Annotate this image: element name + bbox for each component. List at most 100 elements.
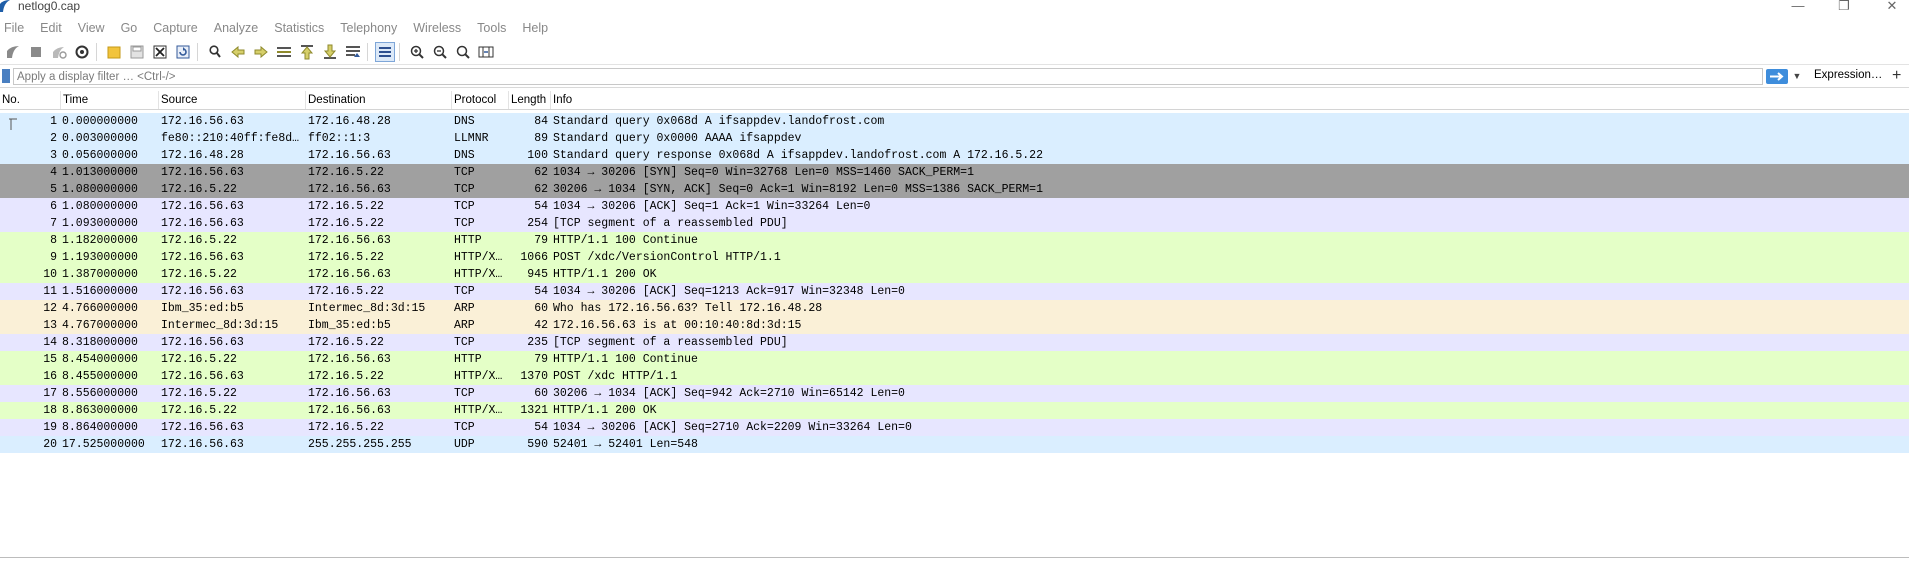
table-row[interactable]: 5 1.080000000 172.16.5.22 172.16.56.63 TCP 62… bbox=[0, 181, 1909, 198]
add-filter-button[interactable]: + bbox=[1892, 67, 1901, 85]
packet-source: 172.16.56.63 bbox=[161, 251, 244, 264]
minimize-button[interactable]: — bbox=[1783, 0, 1813, 14]
packet-protocol: HTTP bbox=[454, 234, 482, 247]
first-packet-icon[interactable] bbox=[297, 42, 317, 62]
table-row[interactable]: 6 1.080000000 172.16.56.63 172.16.5.22 TCP 54… bbox=[0, 198, 1909, 215]
zoom-normal-icon[interactable] bbox=[453, 42, 473, 62]
table-row[interactable]: 13 4.767000000 Intermec_8d:3d:15 Ibm_35:ed:… bbox=[0, 317, 1909, 334]
column-header-length[interactable]: Length bbox=[509, 91, 551, 109]
pane-divider[interactable] bbox=[0, 557, 1909, 558]
packet-protocol: TCP bbox=[454, 166, 475, 179]
resize-columns-icon[interactable] bbox=[476, 42, 496, 62]
menu-view[interactable]: View bbox=[74, 21, 114, 35]
table-row[interactable]: 3 0.056000000 172.16.48.28 172.16.56.63 DNS 1… bbox=[0, 147, 1909, 164]
last-packet-icon[interactable] bbox=[320, 42, 340, 62]
column-header-time[interactable]: Time bbox=[61, 91, 159, 109]
packet-length: 100 bbox=[527, 149, 548, 162]
table-row[interactable]: 2 0.003000000 fe80::210:40ff:fe8d… ff02::1:… bbox=[0, 130, 1909, 147]
menu-go[interactable]: Go bbox=[117, 21, 147, 35]
find-magnifier-icon[interactable] bbox=[205, 42, 225, 62]
menu-analyze[interactable]: Analyze bbox=[210, 21, 267, 35]
packet-protocol: TCP bbox=[454, 387, 475, 400]
table-row[interactable]: 20 17.525000000 172.16.56.63 255.255.255.25… bbox=[0, 436, 1909, 453]
autoscroll-icon[interactable] bbox=[343, 42, 363, 62]
packet-length: 60 bbox=[534, 387, 548, 400]
table-row[interactable]: 12 4.766000000 Ibm_35:ed:b5 Intermec_8d:3d:… bbox=[0, 300, 1909, 317]
packet-destination: 172.16.5.22 bbox=[308, 251, 384, 264]
packet-time: 1.093000000 bbox=[62, 217, 138, 230]
packet-list-header: No. Time Source Destination Protocol Len… bbox=[0, 91, 1909, 110]
colorize-list-icon[interactable] bbox=[375, 42, 395, 62]
packet-length: 1066 bbox=[520, 251, 548, 264]
go-back-arrow-icon[interactable] bbox=[228, 42, 248, 62]
packet-time: 0.056000000 bbox=[62, 149, 138, 162]
column-header-info[interactable]: Info bbox=[551, 91, 1909, 109]
table-row[interactable]: 8 1.182000000 172.16.5.22 172.16.56.63 HTTP 7… bbox=[0, 232, 1909, 249]
reload-file-icon[interactable] bbox=[173, 42, 193, 62]
packet-time: 1.013000000 bbox=[62, 166, 138, 179]
packet-source: 172.16.56.63 bbox=[161, 421, 244, 434]
packet-source: 172.16.56.63 bbox=[161, 285, 244, 298]
packet-destination: 255.255.255.255 bbox=[308, 438, 412, 451]
packet-destination: 172.16.56.63 bbox=[308, 387, 391, 400]
stop-square-icon[interactable] bbox=[26, 42, 46, 62]
open-folder-icon[interactable] bbox=[104, 42, 124, 62]
packet-length: 89 bbox=[534, 132, 548, 145]
capture-options-gear-icon[interactable] bbox=[72, 42, 92, 62]
zoom-out-icon[interactable] bbox=[430, 42, 450, 62]
packet-number: 13 bbox=[43, 319, 57, 332]
packet-destination: 172.16.5.22 bbox=[308, 217, 384, 230]
menu-help[interactable]: Help bbox=[518, 21, 557, 35]
table-row[interactable]: 9 1.193000000 172.16.56.63 172.16.5.22 HTTP/… bbox=[0, 249, 1909, 266]
packet-length: 945 bbox=[527, 268, 548, 281]
go-to-packet-icon[interactable] bbox=[274, 42, 294, 62]
table-row[interactable]: 15 8.454000000 172.16.5.22 172.16.56.63 HTTP… bbox=[0, 351, 1909, 368]
close-button[interactable]: ✕ bbox=[1877, 0, 1907, 14]
filter-history-chevron-down-icon[interactable]: ▼ bbox=[1792, 70, 1802, 82]
column-header-no[interactable]: No. bbox=[0, 91, 61, 109]
filter-bookmark-icon[interactable] bbox=[2, 69, 10, 83]
menu-statistics[interactable]: Statistics bbox=[270, 21, 333, 35]
menu-file[interactable]: File bbox=[0, 21, 33, 35]
display-filter-input[interactable] bbox=[13, 68, 1763, 85]
table-row[interactable]: 10 1.387000000 172.16.5.22 172.16.56.63 HTTP… bbox=[0, 266, 1909, 283]
shark-fin-start-icon[interactable] bbox=[3, 42, 23, 62]
table-row[interactable]: 18 8.863000000 172.16.5.22 172.16.56.63 HTTP… bbox=[0, 402, 1909, 419]
packet-length: 1370 bbox=[520, 370, 548, 383]
apply-filter-arrow-icon[interactable] bbox=[1766, 69, 1788, 84]
packet-info: 1034 → 30206 [ACK] Seq=1213 Ack=917 Win=… bbox=[553, 285, 905, 298]
table-row[interactable]: 16 8.455000000 172.16.56.63 172.16.5.22 HTTP… bbox=[0, 368, 1909, 385]
zoom-in-icon[interactable] bbox=[407, 42, 427, 62]
menu-edit[interactable]: Edit bbox=[36, 21, 71, 35]
toolbar-separator bbox=[197, 43, 198, 61]
menu-telephony[interactable]: Telephony bbox=[336, 21, 406, 35]
menu-capture[interactable]: Capture bbox=[149, 21, 206, 35]
save-file-icon[interactable] bbox=[127, 42, 147, 62]
packet-protocol: TCP bbox=[454, 183, 475, 196]
column-header-destination[interactable]: Destination bbox=[306, 91, 452, 109]
column-header-source[interactable]: Source bbox=[159, 91, 306, 109]
packet-destination: 172.16.5.22 bbox=[308, 166, 384, 179]
packet-protocol: TCP bbox=[454, 336, 475, 349]
table-row[interactable]: 14 8.318000000 172.16.56.63 172.16.5.22 TCP 2… bbox=[0, 334, 1909, 351]
packet-protocol: TCP bbox=[454, 285, 475, 298]
restart-fin-icon[interactable] bbox=[49, 42, 69, 62]
close-file-icon[interactable] bbox=[150, 42, 170, 62]
table-row[interactable]: 4 1.013000000 172.16.56.63 172.16.5.22 TCP 62… bbox=[0, 164, 1909, 181]
go-forward-arrow-icon[interactable] bbox=[251, 42, 271, 62]
table-row[interactable]: 19 8.864000000 172.16.56.63 172.16.5.22 TCP 5… bbox=[0, 419, 1909, 436]
maximize-button[interactable]: ❐ bbox=[1829, 0, 1859, 14]
expression-button[interactable]: Expression… bbox=[1814, 69, 1882, 81]
menu-tools[interactable]: Tools bbox=[473, 21, 515, 35]
packet-source: 172.16.5.22 bbox=[161, 268, 237, 281]
packet-destination: 172.16.48.28 bbox=[308, 115, 391, 128]
table-row[interactable]: 11 1.516000000 172.16.56.63 172.16.5.22 TCP 5… bbox=[0, 283, 1909, 300]
menu-wireless[interactable]: Wireless bbox=[409, 21, 470, 35]
table-row[interactable]: 7 1.093000000 172.16.56.63 172.16.5.22 TCP 25… bbox=[0, 215, 1909, 232]
table-row[interactable]: 17 8.556000000 172.16.5.22 172.16.56.63 TCP 6… bbox=[0, 385, 1909, 402]
column-header-protocol[interactable]: Protocol bbox=[452, 91, 509, 109]
table-row[interactable]: 1 0.000000000 172.16.56.63 172.16.48.28 DNS 8… bbox=[0, 113, 1909, 144]
packet-time: 8.455000000 bbox=[62, 370, 138, 383]
packet-time: 0.003000000 bbox=[62, 132, 138, 145]
packet-number: 18 bbox=[43, 404, 57, 417]
